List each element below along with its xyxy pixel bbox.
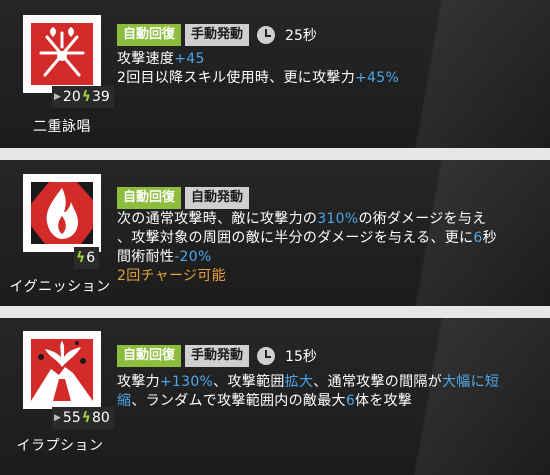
skill-name: 二重詠唱 — [33, 119, 91, 135]
skill-icon-frame — [23, 331, 101, 409]
lightning-icon: ϟ — [81, 410, 91, 426]
highlight-value: 6 — [473, 230, 483, 246]
description-line: 2回目以降スキル使用時、更に攻撃力+45% — [117, 69, 399, 88]
fire-flame-icon — [31, 182, 93, 244]
highlight-value: +130% — [159, 374, 214, 390]
activation-type-tag: 手動発動 — [185, 24, 250, 46]
description-text: 体を攻撃 — [355, 393, 413, 409]
recovery-type-tag: 自動回復 — [117, 187, 182, 209]
skill-icon-frame — [23, 174, 101, 252]
sp-cost-value: 39 — [92, 89, 110, 105]
skill-tags: 自動回復 自動発動 — [117, 187, 250, 209]
description-text: 、攻撃対象の周囲の敵に半分のダメージを与える、更に — [117, 230, 474, 246]
description-line: 攻撃力+130%、攻撃範囲拡大、通常攻撃の間隔が大幅に短 — [117, 373, 499, 392]
description-text: 次の通常攻撃時、敵に攻撃力の — [117, 211, 318, 227]
clock-icon — [257, 26, 276, 44]
skill-duration: 15秒 — [285, 349, 317, 365]
sp-cost-value: 6 — [86, 250, 96, 266]
description-text: 、ランダムで攻撃範囲内の敵最大 — [131, 393, 346, 409]
cost-marker-icon: ▶ — [54, 413, 61, 423]
description-text: 攻撃速度 — [117, 51, 175, 67]
recovery-type-tag: 自動回復 — [117, 24, 182, 46]
double-chant-icon — [31, 23, 93, 85]
cost-marker-icon: ▶ — [54, 92, 61, 102]
description-line: 、攻撃対象の周囲の敵に半分のダメージを与える、更に6秒 — [117, 229, 497, 248]
sp-cost: ϟ 6 — [74, 247, 100, 269]
clock-icon — [257, 347, 276, 365]
description-line: 次の通常攻撃時、敵に攻撃力の310%の術ダメージを与え — [117, 210, 497, 229]
description-line: 2回チャージ可能 — [117, 267, 497, 286]
description-text: の術ダメージを与え — [358, 211, 487, 227]
description-line: 縮、ランダムで攻撃範囲内の敵最大6体を攻撃 — [117, 392, 499, 411]
lightning-icon: ϟ — [76, 250, 86, 266]
sp-cost: ▶ 55 ϟ 80 — [52, 407, 114, 429]
highlight-value: +45% — [355, 70, 400, 86]
highlight-value: 拡大 — [284, 374, 314, 390]
skill-name: イラプション — [16, 438, 104, 454]
skill-tags: 自動回復 手動発動 25秒 — [117, 24, 317, 46]
skill-name: イグニッション — [9, 279, 111, 295]
skill-description: 攻撃力+130%、攻撃範囲拡大、通常攻撃の間隔が大幅に短 縮、ランダムで攻撃範囲内… — [117, 373, 499, 411]
lightning-icon: ϟ — [81, 89, 91, 105]
description-text: 、通常攻撃の間隔が — [313, 374, 442, 390]
highlight-value: -20% — [174, 249, 212, 265]
recovery-type-tag: 自動回復 — [117, 345, 182, 367]
skill-duration: 25秒 — [285, 28, 317, 44]
highlight-value: 大幅に短 — [441, 374, 500, 390]
highlight-value: 310% — [317, 211, 359, 227]
skill-card-1: ▶ 20 ϟ 39 二重詠唱 自動回復 手動発動 25秒 攻撃速度+45 2回目以… — [0, 0, 550, 148]
description-text: 秒 — [482, 230, 497, 246]
initial-sp: 20 — [62, 89, 81, 105]
skill-tags: 自動回復 手動発動 15秒 — [117, 345, 317, 367]
description-line: 攻撃速度+45 — [117, 50, 399, 69]
description-line: 間術耐性-20% — [117, 248, 497, 267]
highlight-value: 2回チャージ可能 — [117, 268, 226, 284]
skill-description: 攻撃速度+45 2回目以降スキル使用時、更に攻撃力+45% — [117, 50, 399, 88]
skill-card-2: ϟ 6 イグニッション 自動回復 自動発動 次の通常攻撃時、敵に攻撃力の310%… — [0, 160, 550, 306]
highlight-value: +45 — [174, 51, 205, 67]
sp-cost: ▶ 20 ϟ 39 — [52, 86, 114, 108]
sp-cost-value: 80 — [92, 410, 110, 426]
skill-card-3: ▶ 55 ϟ 80 イラプション 自動回復 手動発動 15秒 攻撃力+130%、… — [0, 318, 550, 475]
initial-sp: 55 — [62, 410, 81, 426]
activation-type-tag: 手動発動 — [185, 345, 250, 367]
activation-type-tag: 自動発動 — [185, 187, 250, 209]
eruption-volcano-icon — [31, 339, 93, 401]
description-text: 攻撃力 — [117, 374, 160, 390]
skill-description: 次の通常攻撃時、敵に攻撃力の310%の術ダメージを与え 、攻撃対象の周囲の敵に半分… — [117, 210, 497, 286]
highlight-value: 6 — [345, 393, 356, 409]
description-text: 2回目以降スキル使用時、更に攻撃力 — [117, 70, 356, 86]
skill-icon-frame — [23, 15, 101, 93]
highlight-value: 縮 — [117, 393, 132, 409]
description-text: 、攻撃範囲 — [213, 374, 285, 390]
description-text: 間術耐性 — [117, 249, 175, 265]
